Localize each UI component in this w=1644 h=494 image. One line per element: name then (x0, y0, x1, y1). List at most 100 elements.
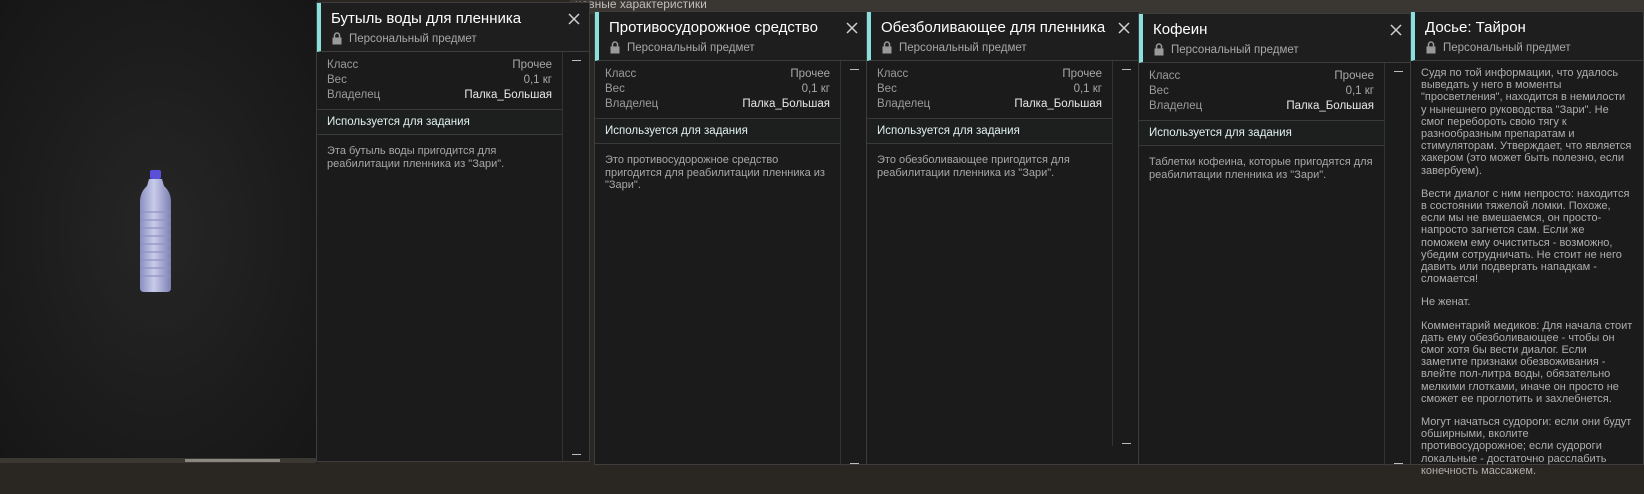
panel-main: Класс Прочее Вес 0,1 кг Владелец Палка_Боль… (867, 61, 1112, 446)
panel-subtitle-row: Персональный предмет (609, 41, 837, 54)
prop-owner: Владелец Палка_Большая (1149, 99, 1374, 114)
panel-header: Бутыль воды для пленника Персональный пр… (317, 3, 589, 52)
panel-title: Бутыль воды для пленника (331, 10, 522, 27)
prop-owner: Владелец Палка_Большая (877, 97, 1102, 112)
prop-label: Вес (1149, 85, 1169, 97)
prop-weight: Вес 0,1 кг (877, 82, 1102, 97)
scroll-up-marker[interactable] (850, 69, 859, 70)
panel-subtitle: Персональный предмет (1171, 43, 1299, 56)
item-description: Таблетки кофеина, которые пригодятся для… (1149, 156, 1373, 181)
item-description: Это противосудорожное средство пригодитс… (605, 154, 825, 191)
panel-title: Досье: Тайрон (1425, 19, 1526, 36)
scrollbar[interactable] (840, 61, 867, 466)
item-description: Эта бутыль воды пригодится для реабилита… (327, 145, 505, 170)
close-icon[interactable] (567, 12, 581, 26)
panel-header: Обезболивающее для пленника Персональный… (867, 12, 1139, 61)
prop-label: Владелец (877, 98, 931, 110)
panel-subtitle: Персональный предмет (1443, 41, 1571, 54)
prop-class: Класс Прочее (327, 58, 552, 73)
props-table: Класс Прочее Вес 0,1 кг Владелец Палка_Боль… (1139, 63, 1384, 121)
panel-main: Класс Прочее Вес 0,1 кг Владелец Палка_Боль… (317, 52, 562, 463)
prop-label: Владелец (605, 98, 659, 110)
props-table: Класс Прочее Вес 0,1 кг Владелец Палка_Боль… (867, 61, 1112, 119)
scroll-up-marker[interactable] (572, 60, 581, 61)
lock-icon (882, 41, 892, 54)
prop-value: Прочее (1334, 70, 1374, 82)
task-label: Используется для задания (1139, 121, 1384, 146)
panel-title: Противосудорожное средство (609, 19, 818, 36)
close-icon[interactable] (1389, 23, 1403, 37)
prop-label: Класс (1149, 70, 1181, 82)
lock-icon (1426, 41, 1436, 54)
task-label: Используется для задания (317, 110, 562, 135)
props-table: Класс Прочее Вес 0,1 кг Владелец Палка_Боль… (317, 52, 562, 110)
scroll-up-marker[interactable] (1122, 69, 1131, 70)
prop-value: Прочее (1062, 68, 1102, 80)
prop-value: 0,1 кг (1345, 85, 1374, 97)
prop-value: Палка_Большая (742, 98, 830, 110)
prop-label: Вес (605, 83, 625, 95)
item-panel-painkiller: Обезболивающее для пленника Персональный… (866, 11, 1140, 465)
panel-header: Противосудорожное средство Персональный … (595, 12, 867, 61)
preview-footer-indicator (185, 459, 280, 462)
prop-label: Вес (877, 83, 897, 95)
panel-subtitle: Персональный предмет (627, 41, 755, 54)
panel-header: Досье: Тайрон Персональный предмет (1411, 12, 1643, 61)
close-icon[interactable] (845, 21, 859, 35)
panel-body: Класс Прочее Вес 0,1 кг Владелец Палка_Боль… (1139, 63, 1411, 466)
panel-main: Класс Прочее Вес 0,1 кг Владелец Палка_Боль… (595, 61, 840, 466)
prop-label: Вес (327, 74, 347, 86)
dossier-paragraph: Могут начаться судороги: если они будут … (1421, 416, 1632, 477)
scroll-down-marker[interactable] (850, 463, 859, 464)
panel-subtitle: Персональный предмет (349, 32, 477, 45)
scroll-down-marker[interactable] (1122, 443, 1131, 444)
panel-subtitle-row: Персональный предмет (1153, 43, 1381, 56)
scroll-down-marker[interactable] (572, 454, 581, 455)
task-label: Используется для задания (867, 119, 1112, 144)
prop-owner: Владелец Палка_Большая (327, 88, 552, 103)
lock-icon (610, 41, 620, 54)
scroll-down-marker[interactable] (1394, 463, 1403, 464)
dossier-paragraph: Судя по той информации, что удалось выве… (1421, 67, 1632, 177)
panel-title: Обезболивающее для пленника (881, 19, 1106, 36)
prop-owner: Владелец Палка_Большая (605, 97, 830, 112)
preview-footer (0, 458, 316, 463)
prop-value: Палка_Большая (464, 89, 552, 101)
lock-icon (1154, 43, 1164, 56)
prop-value: 0,1 кг (523, 74, 552, 86)
item-panel-caffeine: Кофеин Персональный предмет Класс Прочее … (1138, 13, 1412, 466)
panel-main: Класс Прочее Вес 0,1 кг Владелец Палка_Боль… (1139, 63, 1384, 466)
background-partial-text: новные характеристики (575, 0, 707, 11)
prop-class: Класс Прочее (605, 67, 830, 82)
panel-subtitle-row: Персональный предмет (1425, 41, 1635, 54)
scrollbar[interactable] (562, 52, 589, 463)
water-bottle-icon (140, 170, 171, 292)
prop-class: Класс Прочее (1149, 69, 1374, 84)
item-panel-anticonvulsant: Противосудорожное средство Персональный … (594, 11, 868, 466)
props-table: Класс Прочее Вес 0,1 кг Владелец Палка_Боль… (595, 61, 840, 119)
prop-value: Палка_Большая (1014, 98, 1102, 110)
scroll-up-marker[interactable] (1394, 71, 1403, 72)
panel-subtitle-row: Персональный предмет (881, 41, 1109, 54)
scrollbar[interactable] (1384, 63, 1411, 466)
item-panel-water-bottle: Бутыль воды для пленника Персональный пр… (316, 2, 590, 463)
dossier-paragraph: Вести диалог с ним непросто: находится в… (1421, 187, 1630, 286)
prop-value: Прочее (790, 68, 830, 80)
prop-label: Владелец (327, 89, 381, 101)
panel-subtitle-row: Персональный предмет (331, 32, 559, 45)
prop-label: Класс (605, 68, 637, 80)
prop-weight: Вес 0,1 кг (327, 73, 552, 88)
dossier-text: Судя по той информации, что удалось выве… (1411, 61, 1643, 494)
panel-subtitle: Персональный предмет (899, 41, 1027, 54)
close-icon[interactable] (1117, 21, 1131, 35)
panel-body: Класс Прочее Вес 0,1 кг Владелец Палка_Боль… (867, 61, 1139, 446)
prop-weight: Вес 0,1 кг (605, 82, 830, 97)
prop-class: Класс Прочее (877, 67, 1102, 82)
panel-title: Кофеин (1153, 21, 1208, 38)
prop-label: Класс (877, 68, 909, 80)
scrollbar[interactable] (1112, 61, 1139, 446)
dossier-panel: Досье: Тайрон Персональный предмет Судя … (1410, 11, 1644, 477)
panel-header: Кофеин Персональный предмет (1139, 14, 1411, 63)
prop-label: Владелец (1149, 100, 1203, 112)
prop-value: Прочее (512, 59, 552, 71)
